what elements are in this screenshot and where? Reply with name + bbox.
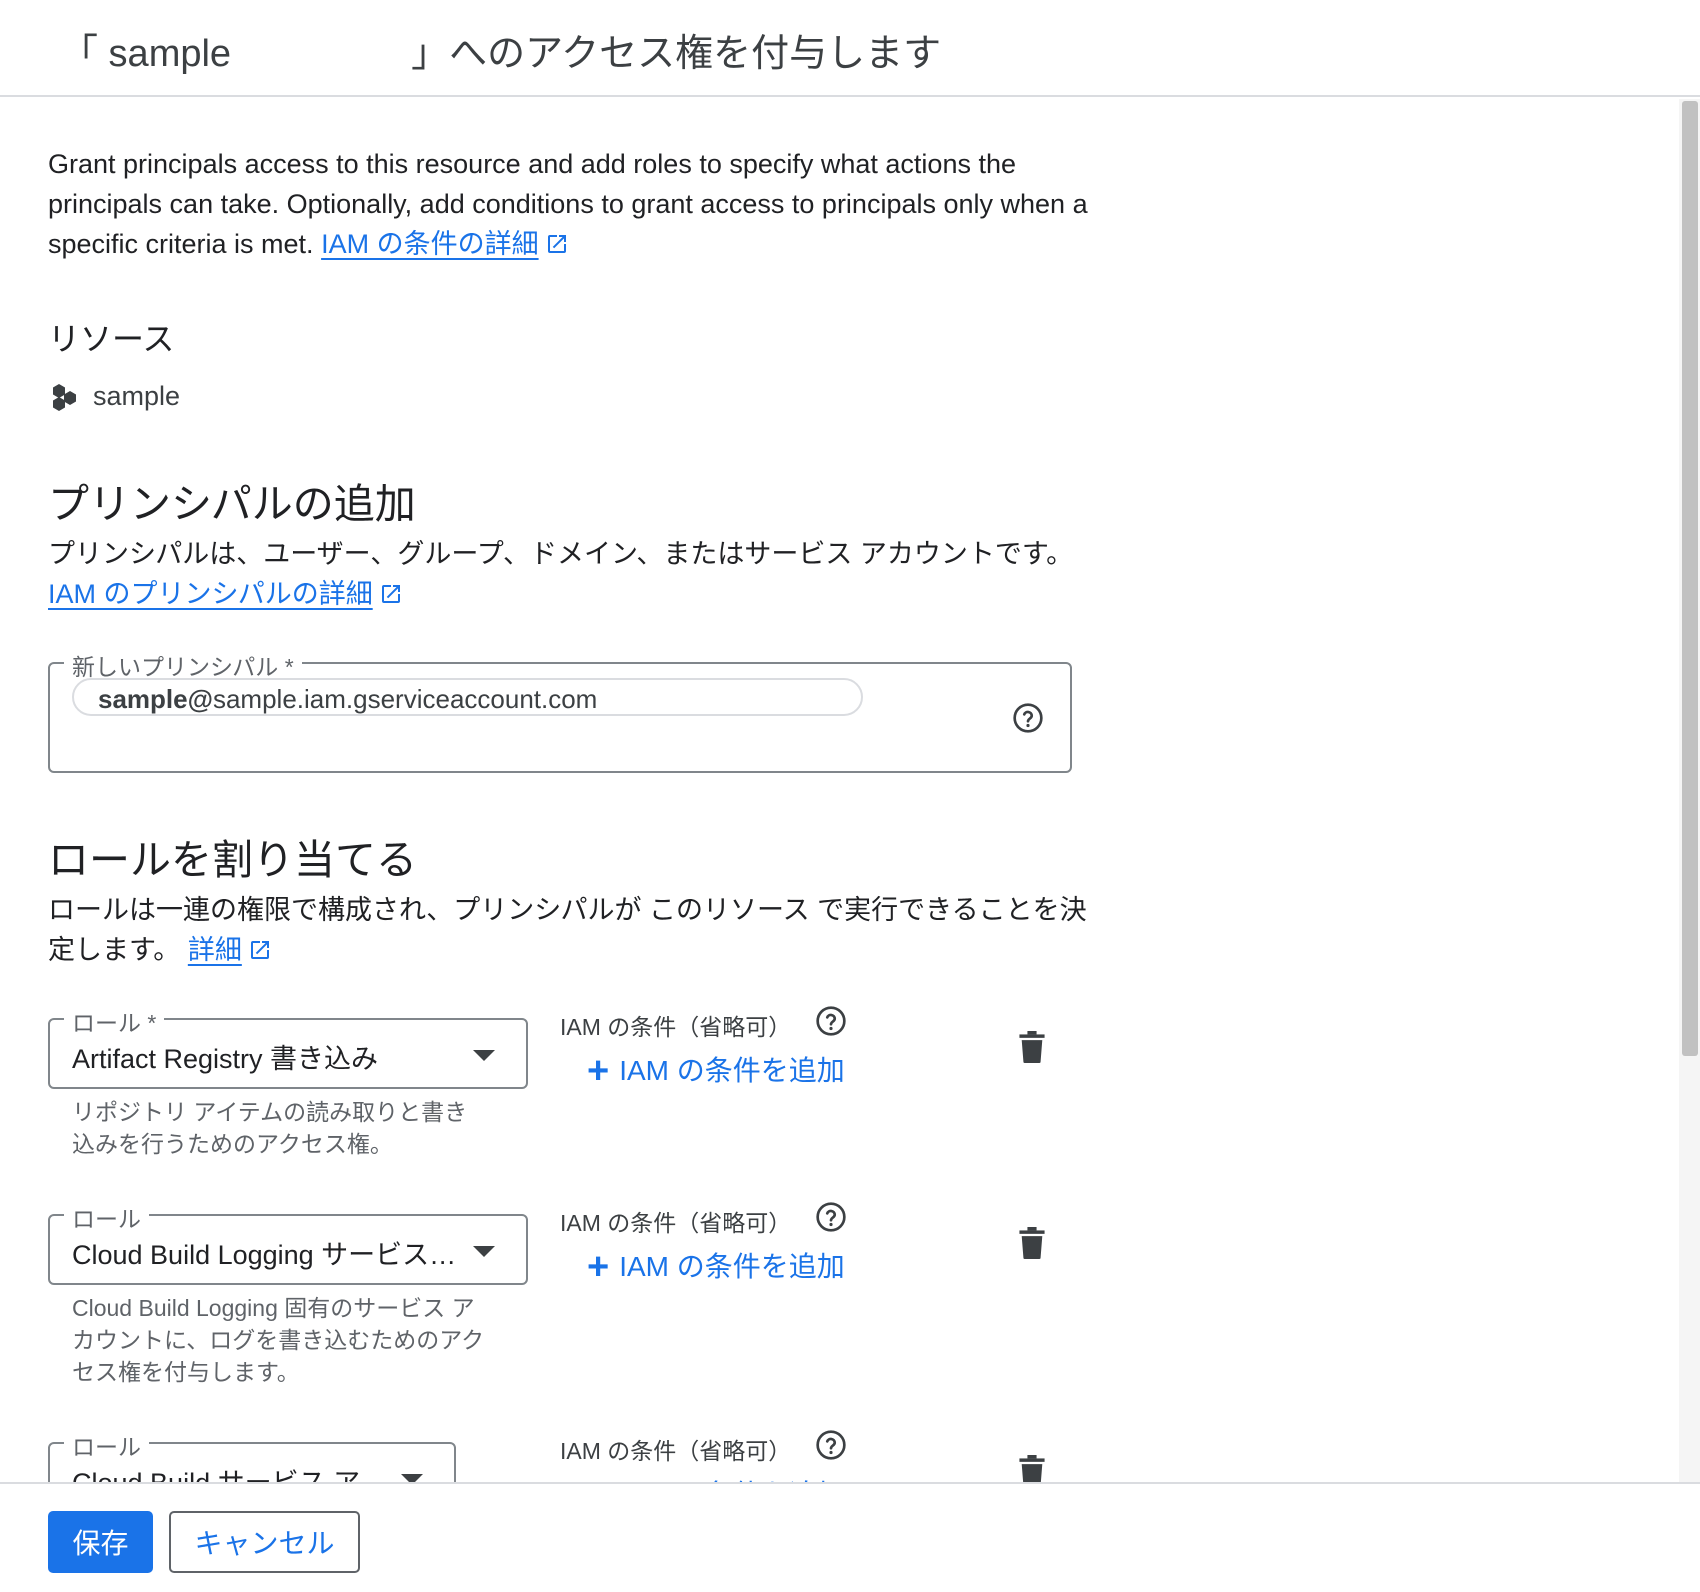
delete-icon[interactable]	[1018, 1227, 1046, 1259]
roles-description: ロールは一連の権限で構成され、プリンシパルが このリソース で実行できることを決…	[48, 895, 1087, 965]
role-label-1: ロール *	[64, 1004, 165, 1038]
external-link-icon[interactable]	[545, 232, 569, 256]
assign-roles-heading: ロールを割り当てる	[48, 837, 417, 883]
condition-label-2: IAM の条件（省略可）	[560, 1210, 792, 1236]
delete-icon[interactable]	[1018, 1031, 1046, 1063]
dialog-footer: 保存 キャンセル	[0, 1482, 1700, 1592]
resource-heading: リソース	[48, 321, 175, 357]
project-hex-icon	[53, 384, 76, 411]
intro-text: Grant principals access to this resource…	[48, 149, 1088, 259]
add-principals-heading: プリンシパルの追加	[48, 481, 416, 527]
add-condition-button-1[interactable]: + IAM の条件を追加	[587, 1049, 845, 1093]
dialog-content[interactable]: Grant principals access to this resource…	[0, 99, 1680, 1482]
help-icon[interactable]	[815, 1005, 847, 1037]
chevron-down-icon[interactable]	[473, 1246, 495, 1257]
cancel-button[interactable]: キャンセル	[169, 1511, 360, 1573]
plus-icon: +	[587, 1474, 609, 1482]
condition-label-3: IAM の条件（省略可）	[560, 1438, 792, 1464]
principals-description: プリンシパルは、ユーザー、グループ、ドメイン、またはサービス アカウントです。 …	[48, 539, 1074, 609]
help-icon[interactable]	[1012, 702, 1044, 734]
plus-icon: +	[587, 1246, 610, 1288]
save-button[interactable]: 保存	[48, 1511, 153, 1573]
delete-icon[interactable]	[1018, 1455, 1046, 1482]
chevron-down-icon[interactable]	[473, 1050, 495, 1061]
condition-label-1: IAM の条件（省略可）	[560, 1014, 792, 1040]
external-link-icon[interactable]	[379, 582, 403, 606]
role-label-3: ロール	[64, 1428, 149, 1462]
iam-principals-link[interactable]: IAM のプリンシパルの詳細	[48, 579, 373, 609]
dialog-header: 「 sample 」へのアクセス権を付与します	[0, 0, 1700, 97]
role-label-2: ロール	[64, 1200, 149, 1234]
chevron-down-icon[interactable]	[401, 1474, 423, 1482]
iam-conditions-link[interactable]: IAM の条件の詳細	[321, 229, 539, 259]
help-icon[interactable]	[815, 1201, 847, 1233]
help-icon[interactable]	[815, 1429, 847, 1461]
role-description-2: Cloud Build Logging 固有のサービス アカウントに、ログを書き…	[72, 1295, 485, 1385]
role-description-1: リポジトリ アイテムの読み取りと書き込みを行うためのアクセス権。	[72, 1099, 468, 1157]
role-value-1: Artifact Registry 書き込み	[72, 1044, 379, 1074]
add-condition-button-3[interactable]: +IAM の条件を追加	[587, 1473, 845, 1482]
role-value-3: Cloud Build サービス ア	[72, 1461, 372, 1482]
new-principal-label: 新しいプリンシパル *	[64, 648, 302, 682]
scrollbar-thumb[interactable]	[1682, 101, 1698, 1056]
external-link-icon[interactable]	[248, 938, 272, 962]
principal-chip[interactable]: sample@sample.iam.gserviceaccount.com	[72, 678, 863, 716]
plus-icon: +	[587, 1050, 610, 1092]
roles-details-link[interactable]: 詳細	[188, 935, 242, 965]
title-resource-close: 」へのアクセス権を付与します	[411, 33, 942, 75]
scrollbar[interactable]	[1679, 99, 1700, 1482]
resource-name: sample	[93, 381, 181, 411]
dialog-title: 「 sample 」へのアクセス権を付与します	[60, 22, 941, 77]
title-resource-open: 「 sample	[60, 33, 232, 75]
role-value-2: Cloud Build Logging サービス…	[72, 1240, 457, 1270]
add-condition-button-2[interactable]: + IAM の条件を追加	[587, 1245, 845, 1289]
